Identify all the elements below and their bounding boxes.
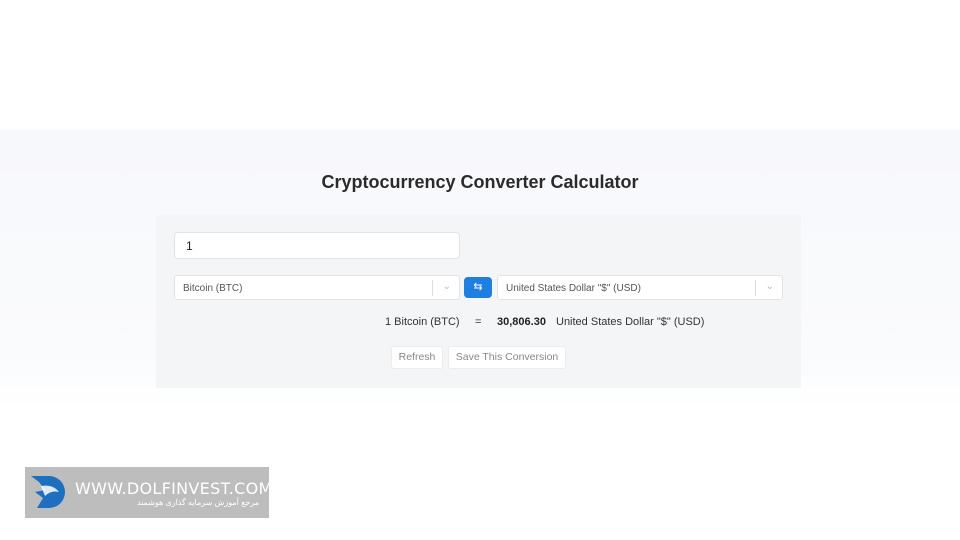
select-separator: [755, 280, 756, 296]
from-currency-value: Bitcoin (BTC): [183, 283, 243, 294]
result-to: United States Dollar "$" (USD): [556, 316, 705, 328]
amount-input[interactable]: 1: [174, 232, 460, 259]
chevron-down-icon[interactable]: ⌄: [443, 281, 451, 292]
result-value: 30,806.30: [497, 316, 546, 328]
dolphin-logo-icon: [31, 476, 65, 508]
save-conversion-button[interactable]: Save This Conversion: [448, 346, 566, 369]
refresh-button[interactable]: Refresh: [391, 346, 443, 369]
result-from: 1 Bitcoin (BTC): [385, 316, 460, 328]
page-title: Cryptocurrency Converter Calculator: [321, 172, 639, 192]
select-separator: [432, 280, 433, 296]
watermark-logo: WWW.DOLFINVEST.COM مرجع آموزش سرمایه گذا…: [25, 467, 272, 518]
to-currency-value: United States Dollar "$" (USD): [506, 283, 641, 294]
watermark-url: WWW.DOLFINVEST.COM: [75, 479, 273, 498]
watermark-tagline: مرجع آموزش سرمایه گذاری هوشمند: [136, 498, 259, 507]
result-equals: =: [475, 316, 482, 328]
swap-button[interactable]: ⇆: [464, 277, 492, 298]
chevron-down-icon[interactable]: ⌄: [766, 281, 774, 292]
from-currency-select[interactable]: Bitcoin (BTC) ⌄: [174, 275, 460, 300]
swap-arrows-icon: ⇆: [473, 281, 483, 293]
to-currency-select[interactable]: United States Dollar "$" (USD) ⌄: [497, 275, 783, 300]
converter-panel: 1 Bitcoin (BTC) ⌄ ⇆ United States Dollar…: [156, 215, 801, 388]
